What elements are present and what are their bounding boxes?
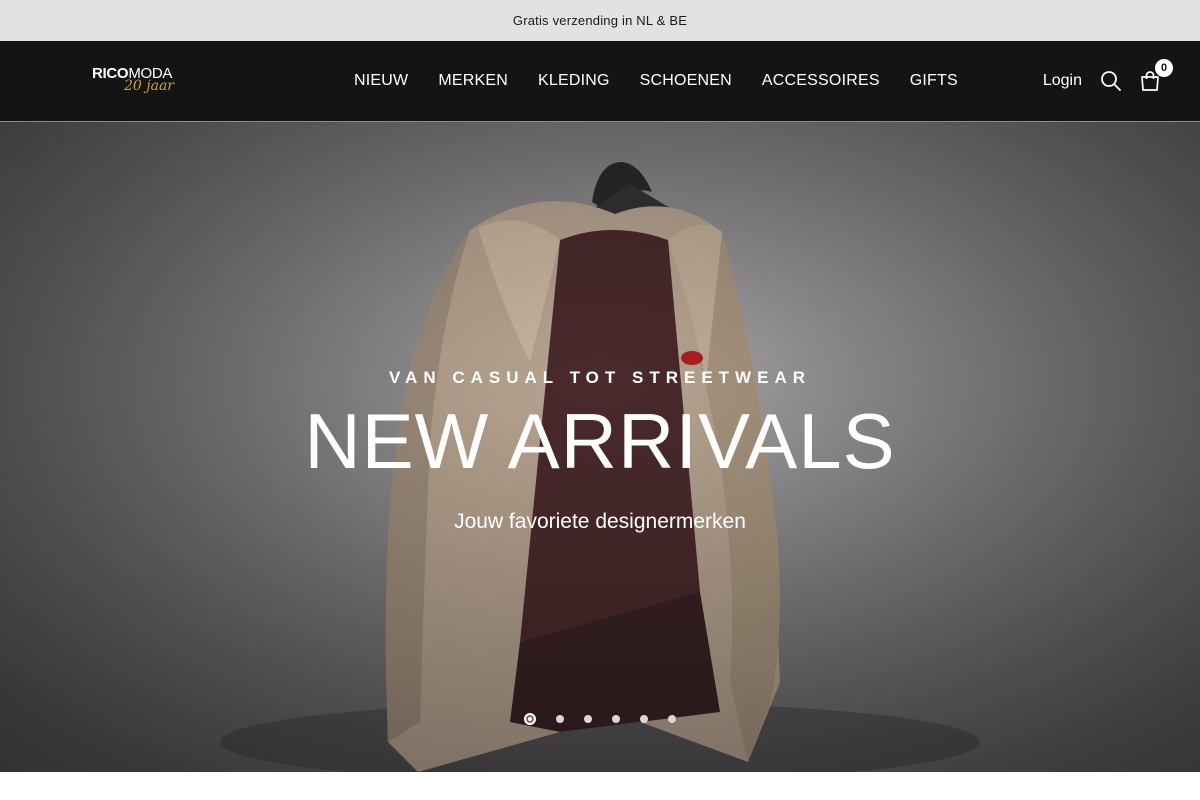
hero-subtitle: Jouw favoriete designermerken xyxy=(454,510,746,533)
announcement-text: Gratis verzending in NL & BE xyxy=(512,13,688,28)
slider-dot-1[interactable] xyxy=(524,713,536,725)
site-header: RICOMODA 20 jaar NIEUW MERKEN KLEDING SC… xyxy=(0,41,1200,122)
nav-item-gifts[interactable]: GIFTS xyxy=(895,72,973,90)
nav-item-accessoires[interactable]: ACCESSOIRES xyxy=(747,72,895,90)
logo-anniversary: 20 jaar xyxy=(124,78,174,94)
announcement-bar: Gratis verzending in NL & BE xyxy=(0,0,1200,41)
slider-dot-4[interactable] xyxy=(612,715,620,723)
search-icon[interactable] xyxy=(1100,70,1122,92)
cart-button[interactable]: 0 xyxy=(1138,59,1173,93)
main-nav: NIEUW MERKEN KLEDING SCHOENEN ACCESSOIRE… xyxy=(339,41,973,121)
slider-dot-3[interactable] xyxy=(584,715,592,723)
login-link[interactable]: Login xyxy=(1043,72,1082,90)
slider-dot-6[interactable] xyxy=(668,715,676,723)
hero-content: VAN CASUAL TOT STREETWEAR NEW ARRIVALS J… xyxy=(0,368,1200,534)
slider-dot-2[interactable] xyxy=(556,715,564,723)
nav-item-schoenen[interactable]: SCHOENEN xyxy=(625,72,747,90)
hero-title: NEW ARRIVALS xyxy=(304,397,896,485)
slider-pagination xyxy=(0,713,1200,725)
nav-item-merken[interactable]: MERKEN xyxy=(423,72,523,90)
nav-item-kleding[interactable]: KLEDING xyxy=(523,72,625,90)
hero-slider[interactable]: VAN CASUAL TOT STREETWEAR NEW ARRIVALS J… xyxy=(0,122,1200,772)
header-actions: Login 0 xyxy=(1043,41,1173,121)
hero-eyebrow: VAN CASUAL TOT STREETWEAR xyxy=(388,368,811,387)
nav-item-nieuw[interactable]: NIEUW xyxy=(339,72,423,90)
logo[interactable]: RICOMODA 20 jaar xyxy=(92,65,182,99)
cart-count-badge: 0 xyxy=(1155,59,1173,77)
slider-dot-5[interactable] xyxy=(640,715,648,723)
